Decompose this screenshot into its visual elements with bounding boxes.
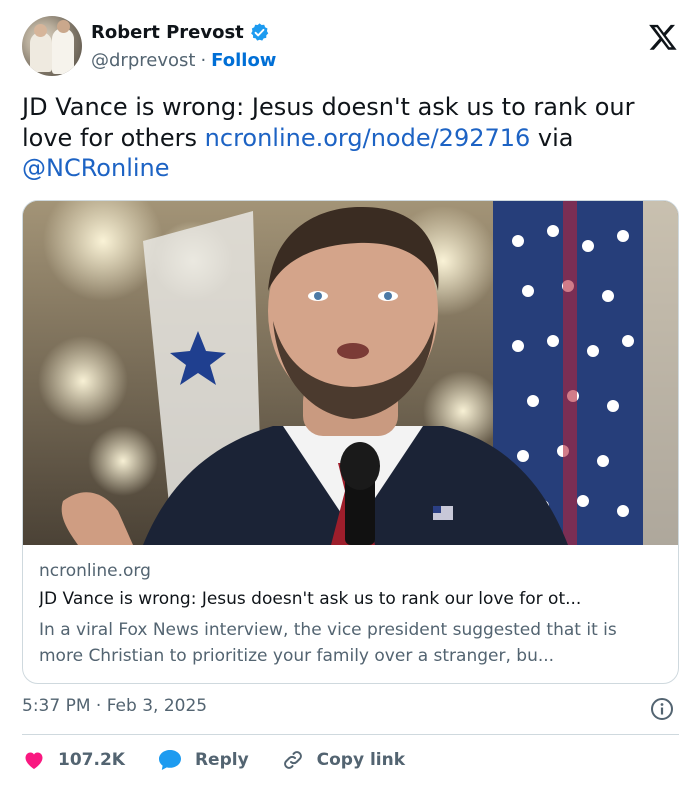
author-handle-row: @drprevost · Follow (91, 50, 276, 71)
card-photo (23, 201, 678, 545)
tweet-link[interactable]: ncronline.org/node/292716 (205, 124, 531, 152)
reply-label: Reply (194, 750, 249, 770)
info-icon[interactable] (650, 697, 674, 721)
tweet-timestamp[interactable]: 5:37 PM · Feb 3, 2025 (22, 696, 207, 716)
link-icon (283, 751, 302, 769)
heart-icon (25, 752, 43, 769)
x-logo-icon[interactable] (648, 22, 678, 52)
tweet-actions: 107.2K Reply Copy link (22, 745, 437, 775)
card-image[interactable] (23, 201, 678, 545)
reply-button[interactable]: Reply (157, 748, 249, 772)
author-handle[interactable]: @drprevost (91, 50, 195, 71)
author-name-row: Robert Prevost (91, 22, 270, 43)
like-button[interactable]: 107.2K (22, 748, 125, 772)
link-preview-card[interactable]: ncronline.org JD Vance is wrong: Jesus d… (22, 200, 679, 684)
separator-dot: · (200, 50, 207, 71)
tweet-mention[interactable]: @NCRonline (22, 154, 170, 182)
divider (22, 734, 679, 735)
avatar[interactable] (22, 16, 82, 76)
author-name[interactable]: Robert Prevost (91, 22, 244, 43)
reply-bubble-icon (158, 750, 181, 770)
tweet-text-via: via (530, 123, 574, 152)
tweet-header: Robert Prevost @drprevost · Follow (22, 16, 682, 78)
tweet-text: JD Vance is wrong: Jesus doesn't ask us … (22, 92, 682, 184)
card-meta: ncronline.org JD Vance is wrong: Jesus d… (39, 561, 664, 669)
copy-link-label: Copy link (316, 750, 406, 770)
card-title[interactable]: JD Vance is wrong: Jesus doesn't ask us … (39, 589, 664, 613)
copy-link-button[interactable]: Copy link (281, 748, 405, 772)
card-domain: ncronline.org (39, 561, 151, 581)
verified-badge-icon (250, 23, 269, 41)
like-count: 107.2K (58, 750, 125, 770)
card-description: In a viral Fox News interview, the vice … (39, 620, 617, 666)
follow-button[interactable]: Follow (211, 50, 276, 71)
